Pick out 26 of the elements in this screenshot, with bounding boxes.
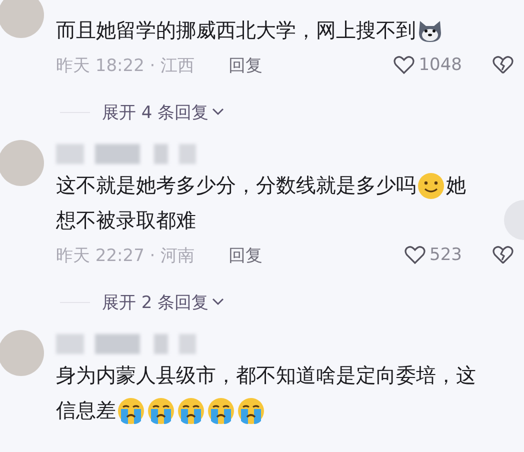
chevron-down-icon [210,297,225,307]
comment-text: 而且她留学的挪威西北大学，网上搜不到 [56,17,416,44]
crying-face-emoji-icon [117,396,145,424]
heart-icon[interactable] [392,55,415,75]
timestamp-location: 昨天 18:22 · 江西 [56,54,195,76]
crying-face-emoji-icon [147,396,175,424]
broken-heart-icon[interactable] [492,55,514,75]
broken-heart-icon[interactable] [492,245,514,265]
comment-text: 信息差 [56,397,116,424]
heart-icon[interactable] [404,245,426,265]
timestamp-location: 昨天 22:27 · 河南 [56,244,195,266]
expand-replies-link[interactable]: 展开 2 条回复 [102,290,225,314]
reply-link[interactable]: 回复 [228,244,263,266]
comment-text: 想不被录取都难 [56,207,196,234]
chevron-down-icon [210,107,225,117]
crying-face-emoji-icon [237,396,265,424]
comment-text: 身为内蒙人县级市，都不知道啥是定向委培，这 [56,362,476,389]
like-count: 523 [430,245,462,265]
crying-face-emoji-icon [177,396,205,424]
expand-replies-link[interactable]: 展开 4 条回复 [102,100,225,124]
smiling-face-emoji-icon [417,172,445,200]
reply-link[interactable]: 回复 [228,54,263,76]
crying-face-emoji-icon [207,396,235,424]
comment-text: 这不就是她考多少分，分数线就是多少吗 [56,172,416,199]
comment-text: 她 [446,172,466,199]
like-count: 1048 [418,55,462,75]
